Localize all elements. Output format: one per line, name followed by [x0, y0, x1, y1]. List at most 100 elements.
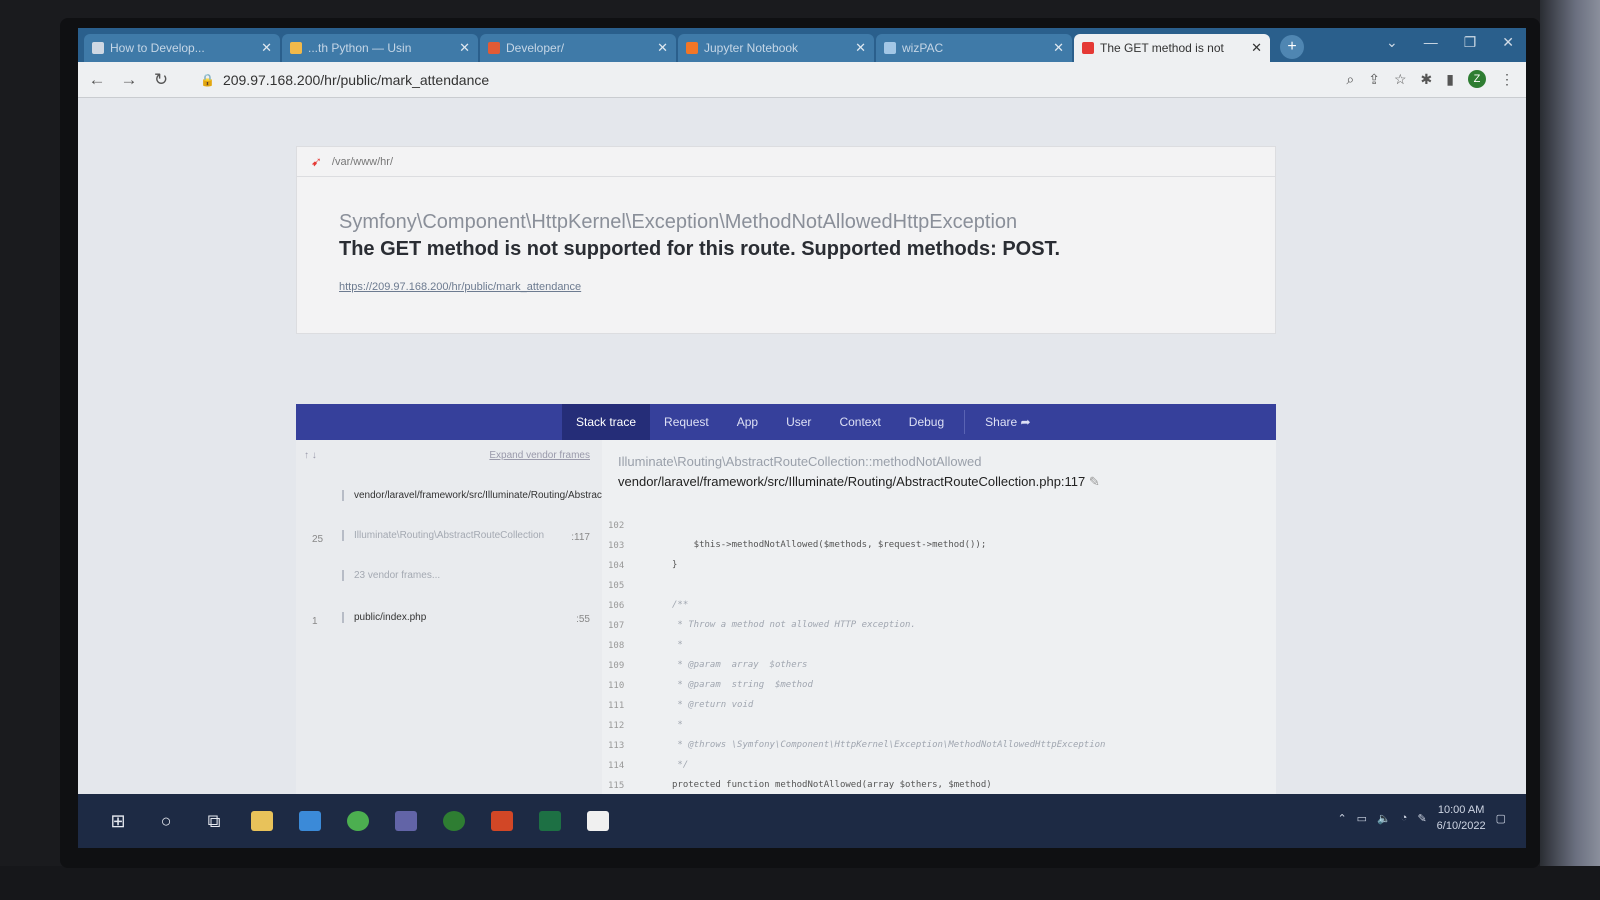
tab-close-icon[interactable]: ✕	[657, 40, 668, 56]
code-line: 107 * Throw a method not allowed HTTP ex…	[602, 616, 1276, 636]
frame-line: :55	[576, 614, 590, 625]
line-source: *	[672, 720, 683, 730]
close-window-button[interactable]: ✕	[1502, 34, 1514, 51]
share-icon[interactable]: ⇪	[1368, 71, 1380, 88]
taskbar-notes-icon[interactable]	[574, 801, 622, 841]
excel-app-icon	[539, 811, 561, 831]
lock-icon: 🔒	[200, 72, 215, 87]
forward-icon[interactable]: →	[120, 70, 138, 90]
clock-time: 10:00 AM	[1437, 804, 1485, 816]
nav-tab-stack-trace[interactable]: Stack trace	[562, 404, 651, 440]
mail-app-icon	[299, 811, 321, 831]
browser-toolbar: ⌕ ⇪ ☆ ✱ ▮ Z ⋮	[1346, 70, 1514, 88]
taskbar-powerpoint-icon[interactable]	[478, 801, 526, 841]
browser-tab[interactable]: The GET method is not ✕	[1074, 34, 1270, 62]
tab-close-icon[interactable]: ✕	[1053, 40, 1064, 56]
browser-tab[interactable]: How to Develop... ✕	[84, 34, 280, 62]
battery-icon[interactable]: ▭	[1357, 812, 1367, 825]
code-line: 112 *	[602, 716, 1276, 736]
frame-path: Illuminate\Routing\AbstractRouteCollecti…	[342, 530, 592, 541]
expand-vendor-frames-link[interactable]: Expand vendor frames	[489, 450, 590, 461]
taskbar-file-explorer-icon[interactable]	[238, 801, 286, 841]
chrome-app-icon	[347, 811, 369, 831]
code-line: 113 * @throws \Symfony\Component\HttpKer…	[602, 736, 1276, 756]
tab-close-icon[interactable]: ✕	[1251, 40, 1262, 56]
taskbar-mail-icon[interactable]	[286, 801, 334, 841]
clock-date: 6/10/2022	[1436, 820, 1486, 832]
browser-tab[interactable]: ...th Python — Usin ✕	[282, 34, 478, 62]
edit-pencil-icon[interactable]: ✎	[1089, 474, 1100, 489]
notifications-icon[interactable]: ▢	[1496, 812, 1506, 825]
frame-line: :117	[571, 532, 590, 543]
code-line: 108 *	[602, 636, 1276, 656]
reload-icon[interactable]: ↻	[152, 70, 170, 90]
tab-title: Developer/	[506, 41, 565, 55]
minimize-button[interactable]: —	[1424, 34, 1438, 51]
window-controls: ⌄ — ❐ ✕	[1386, 34, 1514, 51]
nav-tab-debug[interactable]: Debug	[895, 404, 958, 440]
tab-title: The GET method is not	[1100, 41, 1224, 55]
share-arrow-icon: ➦	[1020, 415, 1031, 429]
new-tab-button[interactable]: +	[1280, 35, 1304, 59]
tab-favicon-icon	[290, 42, 302, 54]
frame-navigation-arrows-icon[interactable]: ↑ ↓	[304, 450, 317, 461]
taskbar-task-view-icon[interactable]: ⧉	[190, 801, 238, 841]
tab-close-icon[interactable]: ✕	[261, 40, 272, 56]
laptop-screen: How to Develop... ✕ ...th Python — Usin ✕ De…	[78, 28, 1526, 848]
profile-avatar[interactable]: Z	[1468, 70, 1486, 88]
teams-app-icon	[395, 811, 417, 831]
frame-number: 1	[312, 616, 318, 627]
nav-tab-app[interactable]: App	[723, 404, 772, 440]
taskbar-chrome-icon[interactable]	[334, 801, 382, 841]
bookmark-star-icon[interactable]: ☆	[1394, 71, 1407, 88]
extensions-icon[interactable]: ✱	[1421, 71, 1433, 88]
sidepanel-icon[interactable]: ▮	[1446, 71, 1454, 88]
line-number: 109	[608, 661, 625, 671]
line-number: 114	[608, 761, 625, 771]
request-url-link[interactable]: https://209.97.168.200/hr/public/mark_at…	[339, 281, 1275, 293]
taskbar-start-icon[interactable]: ⊞	[94, 801, 142, 841]
circle-app-app-icon	[443, 811, 465, 831]
tab-search-icon[interactable]: ⌄	[1386, 34, 1398, 51]
line-source: * @throws \Symfony\Component\HttpKernel\…	[672, 740, 1106, 750]
taskbar-search-icon[interactable]: ○	[142, 801, 190, 841]
code-line: 114 */	[602, 756, 1276, 776]
line-number: 103	[608, 541, 625, 551]
line-source: * @param string $method	[672, 680, 813, 690]
frame-path: public/index.php	[342, 612, 592, 623]
frame-number: 25	[312, 534, 324, 545]
taskbar-teams-icon[interactable]	[382, 801, 430, 841]
line-number: 115	[608, 781, 625, 791]
exception-message: The GET method is not supported for this…	[339, 238, 1061, 260]
nav-tab-context[interactable]: Context	[825, 404, 894, 440]
line-number: 110	[608, 681, 625, 691]
menu-icon[interactable]: ⋮	[1500, 71, 1514, 88]
nav-tab-request[interactable]: Request	[650, 404, 723, 440]
exception-card: ➹ /var/www/hr/ Symfony\Component\HttpKer…	[296, 146, 1276, 334]
tab-close-icon[interactable]: ✕	[459, 40, 470, 56]
back-icon[interactable]: ←	[88, 70, 106, 90]
maximize-button[interactable]: ❐	[1464, 34, 1477, 51]
browser-tab[interactable]: wizPAC ✕	[876, 34, 1072, 62]
share-label: Share	[985, 415, 1018, 429]
zoom-icon[interactable]: ⌕	[1346, 71, 1354, 88]
powerpoint-app-icon	[491, 811, 513, 831]
volume-icon[interactable]: 🔈	[1377, 812, 1391, 825]
nav-tab-user[interactable]: User	[772, 404, 825, 440]
url-field[interactable]: 🔒 209.97.168.200/hr/public/mark_attendan…	[200, 72, 489, 88]
share-button[interactable]: Share ➦	[971, 404, 1044, 440]
pen-icon[interactable]: ✎	[1417, 812, 1426, 825]
tray-chevron-icon[interactable]: ⌃	[1337, 812, 1346, 825]
taskbar-circle-app-icon[interactable]	[430, 801, 478, 841]
taskbar-excel-icon[interactable]	[526, 801, 574, 841]
browser-tab[interactable]: Jupyter Notebook ✕	[678, 34, 874, 62]
url-text: 209.97.168.200/hr/public/mark_attendance	[222, 71, 490, 88]
file-explorer-app-icon	[251, 811, 273, 831]
clock[interactable]: 10:00 AM 6/10/2022	[1437, 802, 1486, 834]
wifi-icon[interactable]: ◔	[1401, 812, 1408, 824]
ignition-logo-icon: ➹	[311, 153, 322, 169]
browser-tab[interactable]: Developer/ ✕	[480, 34, 676, 62]
frame-path: 23 vendor frames...	[342, 570, 592, 581]
tab-close-icon[interactable]: ✕	[855, 40, 866, 56]
nav-divider	[964, 410, 966, 434]
